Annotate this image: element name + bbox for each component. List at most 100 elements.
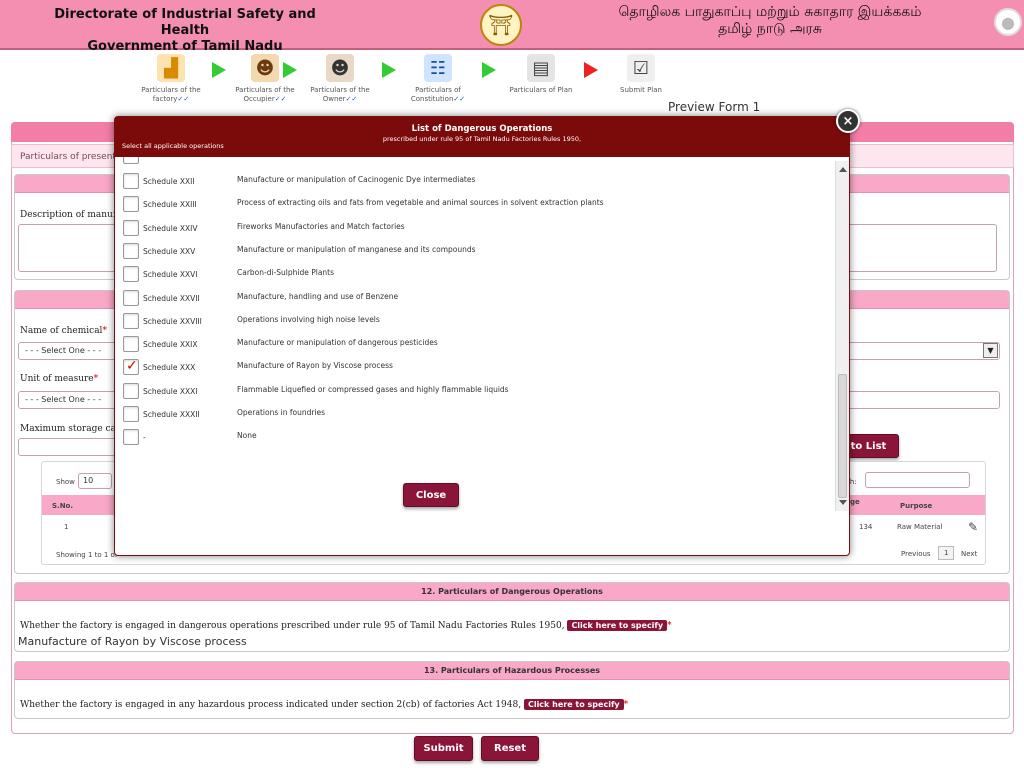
schedule-label: Schedule XXVII	[143, 293, 200, 303]
section-12-specify-link[interactable]: Click here to specify	[567, 620, 668, 631]
table-col-sno: S.No.	[52, 502, 74, 510]
checkbox[interactable]	[123, 219, 139, 236]
step-constitution-tick: ✓✓	[453, 95, 466, 103]
list-item[interactable]: Schedule XXIII Process of extracting oils…	[115, 193, 833, 216]
list-item[interactable]: Schedule XXXI Flammable Liquefied or comp…	[115, 380, 833, 403]
operation-description: Flammable Liquefied or compressed gases …	[237, 384, 509, 394]
list-item[interactable]: Schedule XXV Manufacture or manipulation …	[115, 240, 833, 263]
list-item[interactable]: Schedule XXIX Manufacture or manipulation…	[115, 333, 833, 356]
checkbox[interactable]	[123, 196, 139, 213]
table-footer-info: Showing 1 to 1 of	[56, 551, 118, 559]
step-factory-tick: ✓✓	[177, 95, 190, 103]
modal-select-all-hint: Select all applicable operations	[122, 142, 224, 150]
step-submit-plan-label: Submit Plan	[620, 86, 662, 94]
list-item[interactable]: Schedule XXX Manufacture of Rayon by Visc…	[115, 356, 833, 379]
table-cell-sno: 1	[64, 523, 69, 531]
plan-icon: ▤	[527, 54, 555, 82]
table-show-label: Show	[56, 478, 75, 486]
preview-form-title: Preview Form 1	[668, 100, 761, 114]
header-title-en-line1: Directorate of Industrial Safety and Hea…	[54, 7, 316, 38]
max-storage-label: Maximum storage capa	[20, 424, 128, 434]
chevron-down-icon[interactable]: ▼	[983, 343, 998, 358]
checkbox[interactable]	[123, 429, 139, 446]
scroll-down-icon[interactable]	[839, 500, 847, 505]
owner-icon: ☻	[326, 54, 354, 82]
checkbox[interactable]	[123, 358, 139, 376]
table-search-input[interactable]	[865, 472, 970, 488]
table-col-purpose: Purpose	[900, 502, 933, 510]
user-avatar-icon[interactable]: ●	[994, 8, 1022, 36]
table-page-size-select[interactable]: 10	[78, 473, 112, 489]
list-item[interactable]: Schedule XXIV Fireworks Manufactories and…	[115, 217, 833, 240]
table-page-button[interactable]: 1	[938, 546, 955, 560]
checkbox[interactable]	[123, 382, 139, 399]
section-13-specify-link[interactable]: Click here to specify	[523, 699, 624, 710]
step-owner[interactable]: ☻ Particulars of the Owner✓✓	[295, 54, 385, 104]
checkbox[interactable]	[123, 173, 139, 189]
step-occupier-tick: ✓✓	[274, 95, 287, 103]
reset-button[interactable]: Reset	[481, 736, 539, 761]
list-item[interactable]: - None	[115, 426, 833, 449]
checkbox[interactable]	[123, 266, 139, 283]
list-item[interactable]: Schedule XXVIII Operations involving high…	[115, 310, 833, 333]
operation-description: Carbon-di-Sulphide Plants	[237, 268, 335, 278]
edit-icon[interactable]: ✎	[968, 520, 978, 534]
unit-label: Unit of measure*	[20, 374, 99, 384]
checkbox[interactable]	[123, 312, 139, 329]
operation-description: Manufacture or manipulation of dangerous…	[237, 338, 438, 348]
step-factory[interactable]: ▟ Particulars of the factory✓✓	[126, 54, 216, 104]
header-title-ta: தொழிலக பாதுகாப்பு மற்றும் சுகாதார இயக்கக…	[570, 4, 970, 38]
schedule-label: Schedule XXVIII	[143, 316, 202, 326]
max-storage-input[interactable]	[18, 438, 118, 456]
schedule-label: Schedule XXIX	[143, 340, 198, 350]
table-next-button[interactable]: Next	[961, 550, 977, 558]
operation-description: Manufacture, handling and use of Benzene	[237, 291, 399, 301]
table-cell-qty: 134	[859, 523, 873, 531]
schedule-label: Schedule XXII	[143, 177, 195, 186]
submit-button[interactable]: Submit	[414, 736, 473, 761]
operation-description: Process of extracting oils and fats from…	[237, 198, 604, 208]
list-item[interactable]: Schedule XXVI Carbon-di-Sulphide Plants	[115, 263, 833, 286]
schedule-label: Schedule XXXI	[143, 386, 198, 396]
modal-subtitle: prescribed under rule 95 of Tamil Nadu F…	[382, 135, 582, 143]
section-12-question: Whether the factory is engaged in danger…	[20, 620, 672, 631]
header-title-ta-line2: தமிழ் நாடு அரசு	[718, 21, 822, 37]
operation-description: Manufacture or manipulation of Cacinogen…	[237, 175, 476, 184]
operation-description: Operations involving high noise levels	[237, 314, 380, 324]
close-icon[interactable]: ×	[836, 109, 860, 133]
operation-description: Operations in foundries	[237, 408, 326, 417]
list-item[interactable]: Schedule XXVII Manufacture, handling and …	[115, 287, 833, 310]
operations-list: Schedule XXII Manufacture or manipulation…	[115, 157, 833, 513]
schedule-label: Schedule XXIII	[143, 200, 197, 210]
header-title-ta-line1: தொழிலக பாதுகாப்பு மற்றும் சுகாதார இயக்கக…	[618, 4, 922, 20]
list-item[interactable]	[115, 157, 833, 168]
step-submit-plan[interactable]: ☑ Submit Plan	[596, 54, 686, 95]
factory-icon: ▟	[157, 54, 185, 82]
dangerous-operations-modal: List of Dangerous Operations prescribed …	[114, 116, 850, 556]
checkbox[interactable]	[123, 289, 139, 306]
checkbox[interactable]	[123, 242, 139, 259]
checkbox[interactable]	[123, 406, 139, 422]
chemical-label: Name of chemical*	[20, 326, 107, 336]
modal-scrollbar[interactable]	[835, 161, 849, 511]
checkbox[interactable]	[123, 336, 139, 353]
header-title-en: Directorate of Industrial Safety and Hea…	[50, 7, 320, 55]
step-constitution[interactable]: ☷ Particulars of Constitution✓✓	[393, 54, 483, 104]
close-button[interactable]: Close	[403, 483, 459, 507]
tamil-nadu-emblem-icon: ⛩	[480, 4, 522, 46]
schedule-label: Schedule XXV	[143, 246, 196, 256]
table-prev-button[interactable]: Previous	[901, 550, 931, 558]
operation-description: None	[237, 431, 257, 441]
modal-title: List of Dangerous Operations	[411, 124, 553, 134]
scroll-up-icon[interactable]	[839, 167, 847, 172]
step-plan[interactable]: ▤ Particulars of Plan	[496, 54, 586, 95]
scrollbar-thumb[interactable]	[838, 374, 847, 498]
list-item[interactable]: Schedule XXXII Operations in foundries	[115, 403, 833, 426]
list-item[interactable]: Schedule XXII Manufacture or manipulation…	[115, 170, 833, 193]
schedule-label: Schedule XXIV	[143, 223, 198, 233]
section-12-answer: Manufacture of Rayon by Viscose process	[18, 635, 247, 648]
step-arrow-icon	[482, 62, 496, 78]
checkbox[interactable]	[123, 157, 139, 164]
section-13-title: 13. Particulars of Hazardous Processes	[15, 662, 1009, 680]
operation-description: Fireworks Manufactories and Match factor…	[237, 221, 405, 231]
